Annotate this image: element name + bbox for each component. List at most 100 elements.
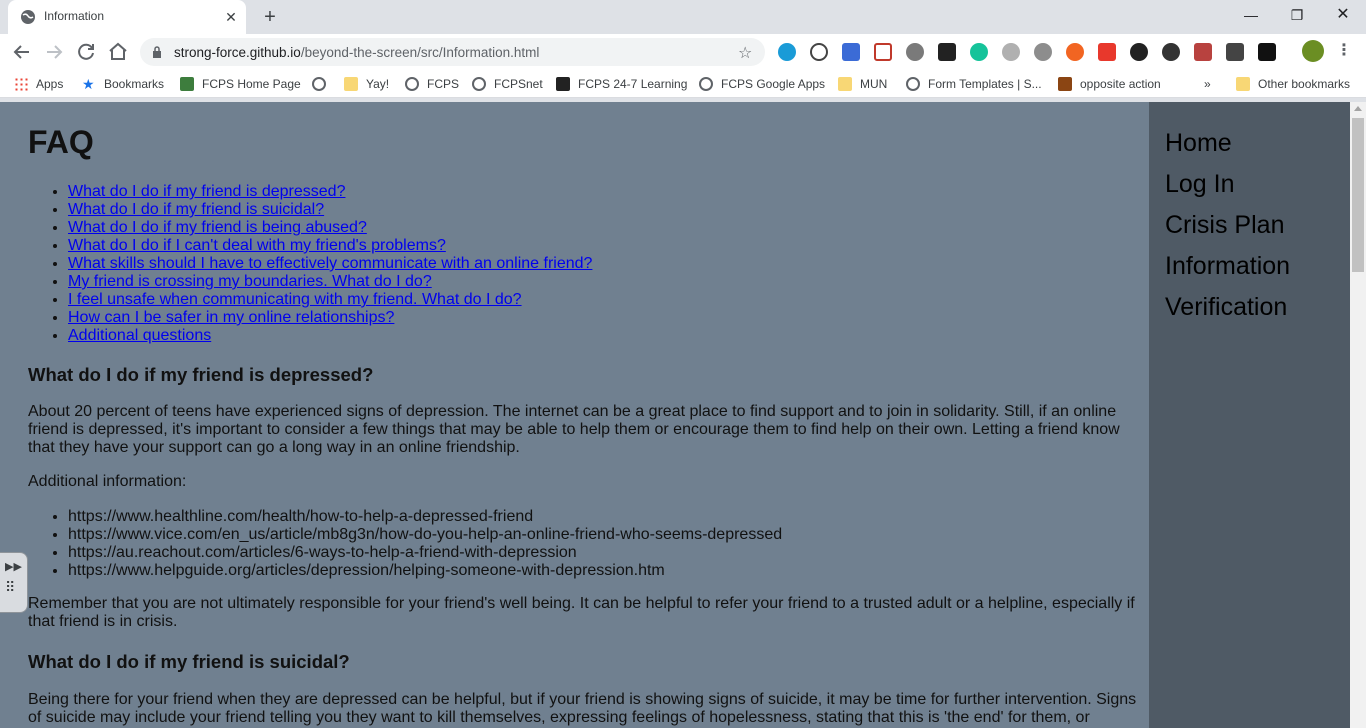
- bookmark-fcps-247[interactable]: FCPS 24-7 Learning: [556, 76, 687, 92]
- bookmark-label: FCPSnet: [494, 77, 543, 91]
- resource-link: https://www.helpguide.org/articles/depre…: [68, 562, 782, 580]
- faq-link-abused[interactable]: What do I do if my friend is being abuse…: [68, 219, 367, 236]
- bookmark-label: FCPS 24-7 Learning: [578, 77, 688, 91]
- restore-button[interactable]: ❐: [1274, 0, 1320, 32]
- magnifier-extension-icon[interactable]: [810, 43, 828, 61]
- camera-extension-icon[interactable]: [1226, 43, 1244, 61]
- scrollbar-thumb[interactable]: [1352, 118, 1364, 272]
- bookmark-fcps-google-apps[interactable]: FCPS Google Apps: [699, 76, 825, 92]
- faq-link-list: What do I do if my friend is depressed? …: [68, 183, 592, 345]
- apps-grid-icon: [14, 77, 28, 91]
- globe-icon: [699, 77, 713, 91]
- tab-close-icon[interactable]: ✕: [222, 8, 240, 26]
- w-extension-icon[interactable]: [1130, 43, 1148, 61]
- folder-icon: [1236, 77, 1250, 91]
- pdf-extension-icon[interactable]: [1194, 43, 1212, 61]
- bookmark-star-icon[interactable]: ☆: [738, 43, 752, 63]
- list-item: What do I do if my friend is being abuse…: [68, 219, 592, 237]
- browser-toolbar: strong-force.github.io/beyond-the-screen…: [0, 34, 1366, 70]
- bookmark-opposite-action[interactable]: opposite action: [1058, 76, 1161, 92]
- grammarly-extension-icon[interactable]: [970, 43, 988, 61]
- blackboard-icon: [556, 77, 570, 91]
- nav-information[interactable]: Information: [1165, 252, 1290, 281]
- reload-icon[interactable]: [74, 40, 98, 64]
- shield-extension-icon[interactable]: [1098, 43, 1116, 61]
- expand-chevrons-icon: ▶▶: [5, 561, 22, 573]
- home-icon[interactable]: [106, 40, 130, 64]
- bookmark-globe[interactable]: [312, 76, 334, 92]
- discord-extension-icon[interactable]: [1002, 43, 1020, 61]
- forward-arrow-icon[interactable]: [42, 40, 66, 64]
- section-heading-depressed: What do I do if my friend is depressed?: [28, 364, 374, 385]
- side-panel-handle[interactable]: ▶▶ ⠿: [0, 552, 28, 613]
- faq-link-suicidal[interactable]: What do I do if my friend is suicidal?: [68, 201, 324, 218]
- list-item: What skills should I have to effectively…: [68, 255, 592, 273]
- dark-circle-extension-icon[interactable]: [1162, 43, 1180, 61]
- c-extension-icon[interactable]: [1258, 43, 1276, 61]
- section-heading-suicidal: What do I do if my friend is suicidal?: [28, 651, 350, 672]
- cap-extension-icon[interactable]: [842, 43, 860, 61]
- list-item: I feel unsafe when communicating with my…: [68, 291, 592, 309]
- url-host: strong-force.github.io: [174, 45, 301, 60]
- profile-avatar[interactable]: [1302, 40, 1324, 62]
- nav-log-in[interactable]: Log In: [1165, 170, 1235, 199]
- close-window-button[interactable]: ✕: [1320, 0, 1366, 32]
- browser-menu-icon[interactable]: ⋮: [1336, 42, 1352, 62]
- resource-link: https://www.vice.com/en_us/article/mb8g3…: [68, 526, 782, 544]
- vertical-scrollbar[interactable]: [1350, 102, 1366, 728]
- list-item: What do I do if my friend is suicidal?: [68, 201, 592, 219]
- nav-home[interactable]: Home: [1165, 129, 1232, 158]
- tab-information[interactable]: Information ✕: [8, 0, 246, 34]
- nav-crisis-plan[interactable]: Crisis Plan: [1165, 211, 1284, 240]
- bookmarks-bar: Apps ★ Bookmarks FCPS Home Page Yay! FCPS…: [0, 70, 1366, 98]
- responsibility-reminder: Remember that you are not ultimately res…: [28, 595, 1135, 630]
- bookmark-mun[interactable]: MUN: [838, 76, 887, 92]
- faq-link-cant-deal[interactable]: What do I do if I can't deal with my fri…: [68, 237, 446, 254]
- circle-extension-icon[interactable]: [906, 43, 924, 61]
- bookmark-label: FCPS Google Apps: [721, 77, 826, 91]
- bookmark-label: MUN: [860, 77, 888, 91]
- faq-link-boundaries[interactable]: My friend is crossing my boundaries. Wha…: [68, 273, 432, 290]
- skype-extension-icon[interactable]: [778, 43, 796, 61]
- bookmark-fcps[interactable]: FCPS: [405, 76, 459, 92]
- new-tab-button[interactable]: +: [258, 6, 282, 30]
- back-arrow-icon[interactable]: [10, 40, 34, 64]
- alert-extension-icon[interactable]: [1066, 43, 1084, 61]
- globe-icon: [405, 77, 419, 91]
- page-title: FAQ: [28, 124, 94, 160]
- notion-extension-icon[interactable]: [938, 43, 956, 61]
- bookmark-fcpsnet[interactable]: FCPSnet: [472, 76, 543, 92]
- faq-link-depressed[interactable]: What do I do if my friend is depressed?: [68, 183, 345, 200]
- scroll-up-arrow-icon[interactable]: [1354, 106, 1362, 111]
- gray-extension-icon[interactable]: [1034, 43, 1052, 61]
- faq-link-unsafe[interactable]: I feel unsafe when communicating with my…: [68, 291, 522, 308]
- calendar-extension-icon[interactable]: [874, 43, 892, 61]
- list-item: What do I do if my friend is depressed?: [68, 183, 592, 201]
- bookmark-label: FCPS: [427, 77, 460, 91]
- sidebar-nav: Home Log In Crisis Plan Information Veri…: [1149, 102, 1350, 728]
- resource-link-list: https://www.healthline.com/health/how-to…: [68, 508, 782, 580]
- bookmark-form-templates[interactable]: Form Templates | S...: [906, 76, 1042, 92]
- faq-link-skills[interactable]: What skills should I have to effectively…: [68, 255, 592, 272]
- bookmark-other-bookmarks[interactable]: Other bookmarks: [1236, 76, 1350, 92]
- nav-verification[interactable]: Verification: [1165, 293, 1287, 322]
- list-item: Additional questions: [68, 327, 592, 345]
- bookmark-yay[interactable]: Yay!: [344, 76, 389, 92]
- globe-icon: [312, 77, 326, 91]
- bookmark-apps[interactable]: Apps: [14, 76, 63, 92]
- lock-icon: [153, 46, 161, 58]
- additional-info-label: Additional information:: [28, 473, 187, 490]
- list-item: What do I do if I can't deal with my fri…: [68, 237, 592, 255]
- bookmark-bookmarks[interactable]: ★ Bookmarks: [82, 76, 164, 92]
- fcps-logo-icon: [180, 77, 194, 91]
- faq-link-safer[interactable]: How can I be safer in my online relation…: [68, 309, 394, 326]
- tab-strip: Information ✕ + — ❐ ✕: [0, 0, 1366, 34]
- bookmark-label: Form Templates | S...: [928, 77, 1042, 91]
- minimize-button[interactable]: —: [1228, 0, 1274, 32]
- faq-link-additional[interactable]: Additional questions: [68, 327, 211, 344]
- address-bar[interactable]: strong-force.github.io/beyond-the-screen…: [140, 38, 765, 66]
- overflow-chevron-icon: »: [1204, 77, 1211, 91]
- bookmark-fcps-home[interactable]: FCPS Home Page: [180, 76, 301, 92]
- bookmarks-overflow-button[interactable]: »: [1204, 76, 1211, 92]
- drag-grip-icon: ⠿: [5, 579, 16, 595]
